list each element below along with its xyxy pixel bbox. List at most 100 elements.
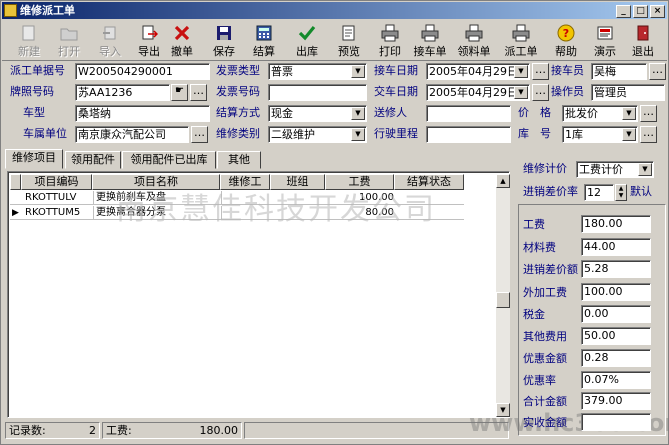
car-type-label: 车型 bbox=[23, 106, 45, 119]
scroll-thumb[interactable] bbox=[496, 292, 510, 308]
summary-value[interactable]: 5.28 bbox=[581, 260, 651, 278]
close-button[interactable]: × bbox=[650, 5, 665, 18]
car-type-field[interactable]: 桑塔纳 bbox=[75, 105, 210, 122]
car-unit-field[interactable]: 南京康众汽配公司 bbox=[75, 126, 189, 143]
summary-value[interactable]: 50.00 bbox=[581, 327, 651, 345]
toolbar-label: 撤单 bbox=[171, 45, 193, 58]
repair-type-select[interactable]: 二级维护 ▼ bbox=[268, 126, 367, 143]
summary-value[interactable]: 0.00 bbox=[581, 305, 651, 323]
summary-value[interactable] bbox=[581, 413, 651, 431]
summary-label: 税金 bbox=[523, 308, 545, 321]
summary-value[interactable]: 0.07% bbox=[581, 371, 651, 389]
toolbar-button-6[interactable]: 结算 bbox=[245, 22, 283, 60]
printer-icon bbox=[421, 24, 439, 42]
toolbar-button-11[interactable]: 领料单 bbox=[455, 22, 493, 60]
toolbar-button-9[interactable]: 打印 bbox=[371, 22, 409, 60]
tab-other[interactable]: 其他 bbox=[217, 151, 261, 169]
toolbar-button-4[interactable]: 撤单 bbox=[163, 22, 201, 60]
receive-date-browse-button[interactable]: … bbox=[532, 63, 549, 80]
table-row[interactable]: RKOTTULV 更换前刹车及盘 100.00 bbox=[10, 191, 464, 205]
receiver-browse-button[interactable]: … bbox=[649, 63, 666, 80]
toolbar-button-12[interactable]: 派工单 bbox=[502, 22, 540, 60]
deliver-date-picker[interactable]: 2005年04月29日 ▼ bbox=[426, 84, 530, 101]
chevron-down-icon[interactable]: ▼ bbox=[514, 86, 528, 99]
price-browse-button[interactable]: … bbox=[640, 105, 657, 122]
order-no-field[interactable]: W200504290001 bbox=[75, 63, 210, 80]
order-no-label: 派工单据号 bbox=[10, 64, 65, 77]
toolbar-button-5[interactable]: 保存 bbox=[205, 22, 243, 60]
summary-value[interactable]: 180.00 bbox=[581, 215, 651, 233]
printer-icon bbox=[512, 24, 530, 42]
warehouse-browse-button[interactable]: … bbox=[640, 126, 657, 143]
scroll-down-icon[interactable]: ▼ bbox=[496, 403, 510, 417]
col-header-name[interactable]: 项目名称 bbox=[92, 174, 220, 190]
plate-field[interactable]: 苏AA1236 bbox=[75, 84, 170, 101]
tab-parts[interactable]: 领用配件 bbox=[65, 151, 121, 169]
receiver-field[interactable]: 吴梅 bbox=[591, 63, 647, 80]
current-row-arrow-icon: ▶ bbox=[12, 208, 19, 218]
toolbar-button-7[interactable]: 出库 bbox=[288, 22, 326, 60]
car-unit-browse-button[interactable]: … bbox=[191, 126, 208, 143]
toolbar-button-13[interactable]: ? 帮助 bbox=[547, 22, 585, 60]
deliver-date-browse-button[interactable]: … bbox=[532, 84, 549, 101]
chevron-down-icon[interactable]: ▼ bbox=[351, 107, 365, 120]
chevron-down-icon[interactable]: ▼ bbox=[638, 163, 652, 176]
toolbar-button-14[interactable]: 演示 bbox=[586, 22, 624, 60]
chevron-down-icon[interactable]: ▼ bbox=[622, 128, 636, 141]
plate-label: 牌照号码 bbox=[10, 85, 54, 98]
green-check-icon bbox=[298, 24, 316, 42]
settle-method-select[interactable]: 现金 ▼ bbox=[268, 105, 367, 122]
toolbar-button-15[interactable]: 退出 bbox=[624, 22, 662, 60]
toolbar-label: 演示 bbox=[594, 45, 616, 58]
toolbar-label: 领料单 bbox=[457, 45, 491, 58]
warehouse-select[interactable]: 1库 ▼ bbox=[562, 126, 638, 143]
chevron-down-icon[interactable]: ▼ bbox=[622, 107, 636, 120]
default-label: 默认 bbox=[630, 185, 652, 198]
repair-items-grid[interactable]: 项目编码 项目名称 维修工 班组 工费 结算状态 RKOTTULV 更换前刹车及… bbox=[7, 171, 510, 418]
receive-date-picker[interactable]: 2005年04月29日 ▼ bbox=[426, 63, 530, 80]
maximize-button[interactable]: □ bbox=[633, 5, 648, 18]
pricing-select[interactable]: 工费计价 ▼ bbox=[576, 161, 654, 178]
col-header-status[interactable]: 结算状态 bbox=[394, 174, 464, 190]
summary-value[interactable]: 379.00 bbox=[581, 392, 651, 410]
tab-repair-items[interactable]: 维修项目 bbox=[5, 149, 63, 169]
price-select[interactable]: 批发价 ▼ bbox=[562, 105, 638, 122]
toolbar: 新建 打开 导入 导出 撤单 保存 结算 出库 预览 打印 接车单 领料单 派工单? 帮助 演示 退出 bbox=[2, 20, 667, 61]
markup-field[interactable]: 12 bbox=[584, 184, 614, 201]
toolbar-button-1[interactable]: 打开 bbox=[50, 22, 88, 60]
tab-parts-outbound[interactable]: 领用配件已出库 bbox=[122, 151, 216, 169]
vertical-scrollbar[interactable]: ▲ ▼ bbox=[496, 174, 510, 417]
chevron-down-icon[interactable]: ▼ bbox=[351, 128, 365, 141]
plate-browse-button[interactable]: … bbox=[190, 84, 207, 101]
hand-pointer-icon[interactable]: ☛ bbox=[171, 84, 188, 101]
cell-code: RKOTTUM5 bbox=[23, 206, 94, 220]
toolbar-button-2[interactable]: 导入 bbox=[91, 22, 129, 60]
table-row[interactable]: ▶ RKOTTUM5 更换离合器分泵 80.00 bbox=[10, 206, 464, 220]
col-header-worker[interactable]: 维修工 bbox=[220, 174, 270, 190]
summary-value[interactable]: 100.00 bbox=[581, 283, 651, 301]
scroll-up-icon[interactable]: ▲ bbox=[496, 174, 510, 188]
sender-field[interactable] bbox=[426, 105, 511, 122]
summary-value[interactable]: 0.28 bbox=[581, 349, 651, 367]
col-header-team[interactable]: 班组 bbox=[270, 174, 325, 190]
toolbar-button-10[interactable]: 接车单 bbox=[411, 22, 449, 60]
summary-label: 外加工费 bbox=[523, 286, 567, 299]
toolbar-button-8[interactable]: 预览 bbox=[330, 22, 368, 60]
col-header-fee[interactable]: 工费 bbox=[325, 174, 394, 190]
mileage-field[interactable] bbox=[426, 126, 511, 143]
operator-field[interactable]: 管理员 bbox=[591, 84, 665, 101]
cell-fee: 100.00 bbox=[359, 192, 394, 203]
chevron-down-icon[interactable]: ▼ bbox=[351, 65, 365, 78]
invoice-type-select[interactable]: 普票 ▼ bbox=[268, 63, 367, 80]
minimize-button[interactable]: _ bbox=[616, 5, 631, 18]
invoice-no-field[interactable] bbox=[268, 84, 367, 101]
toolbar-button-0[interactable]: 新建 bbox=[10, 22, 48, 60]
sender-label: 送修人 bbox=[374, 106, 407, 119]
app-icon bbox=[4, 4, 17, 17]
deliver-date-value: 2005年04月29日 bbox=[429, 86, 518, 99]
col-header-code[interactable]: 项目编码 bbox=[21, 174, 92, 190]
chevron-down-icon[interactable]: ▼ bbox=[514, 65, 528, 78]
markup-spinner[interactable]: ▲ ▼ bbox=[615, 184, 627, 201]
summary-value[interactable]: 44.00 bbox=[581, 238, 651, 256]
deliver-date-label: 交车日期 bbox=[374, 85, 418, 98]
